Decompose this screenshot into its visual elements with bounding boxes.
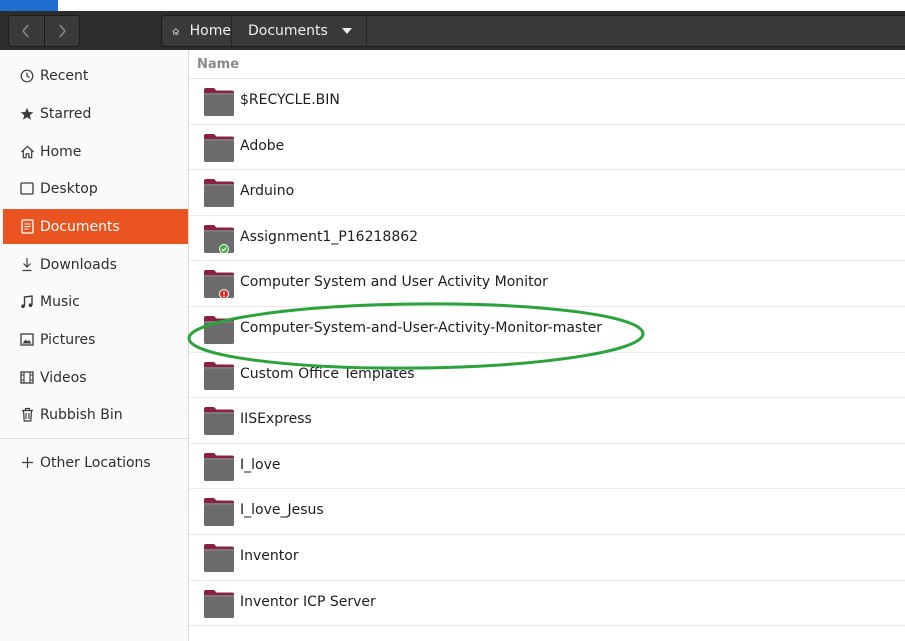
sidebar-item-recent[interactable]: Recent — [3, 58, 188, 93]
folder-icon — [204, 407, 234, 436]
check-emblem-icon — [219, 243, 229, 254]
folder-icon — [204, 498, 234, 527]
chevron-left-icon — [22, 24, 29, 38]
forward-button[interactable] — [43, 16, 80, 46]
breadcrumb-documents[interactable]: Documents — [232, 16, 367, 46]
folder-icon — [204, 88, 234, 116]
breadcrumb-home[interactable]: Home — [162, 16, 232, 46]
column-header-label: Name — [197, 57, 240, 72]
sidebar-item-rubbish-bin[interactable]: Rubbish Bin — [3, 397, 188, 432]
sidebar-item-starred[interactable]: Starred — [3, 96, 188, 131]
sidebar-item-desktop[interactable]: Desktop — [3, 171, 188, 206]
sidebar-item-label: Starred — [40, 105, 92, 122]
folder-icon — [204, 361, 234, 390]
sidebar-item-home[interactable]: Home — [3, 134, 188, 169]
file-row[interactable]: Computer System and User Activity Monito… — [189, 261, 905, 307]
chevron-right-icon — [59, 24, 66, 38]
sidebar-divider — [0, 438, 188, 439]
sidebar-item-label: Recent — [40, 67, 89, 84]
file-row[interactable]: I_love_Jesus — [189, 489, 905, 535]
sidebar-item-pictures[interactable]: Pictures — [3, 322, 188, 357]
document-icon — [17, 218, 37, 236]
header-bar: Home Documents — [0, 11, 905, 50]
file-row[interactable]: Arduino — [189, 170, 905, 216]
folder-icon — [204, 270, 234, 300]
file-name: Adobe — [240, 137, 285, 154]
picture-icon — [17, 331, 37, 349]
file-name: Computer System and User Activity Monito… — [240, 274, 548, 291]
sidebar-item-label: Music — [40, 293, 80, 310]
folder-icon — [204, 452, 234, 481]
file-name: I_love — [240, 456, 281, 473]
folder-icon — [204, 179, 234, 208]
folder-icon — [204, 316, 234, 344]
folder-icon — [204, 133, 234, 162]
caret-down-icon[interactable] — [341, 28, 352, 34]
sidebar-item-label: Rubbish Bin — [40, 406, 123, 423]
sidebar-item-videos[interactable]: Videos — [3, 360, 188, 395]
file-name: Inventor — [240, 548, 299, 564]
sidebar-item-label: Home — [40, 143, 82, 160]
file-name: Custom Office Templates — [240, 365, 415, 382]
video-icon — [17, 369, 37, 387]
sidebar-item-music[interactable]: Music — [3, 284, 188, 319]
file-row[interactable]: Inventor — [189, 535, 905, 581]
sidebar-item-label: Downloads — [40, 256, 117, 273]
file-row[interactable]: Computer-System-and-User-Activity-Monito… — [189, 307, 905, 353]
trash-icon — [17, 406, 37, 424]
sidebar-item-label: Pictures — [40, 331, 96, 348]
sidebar: Recent Starred Home Desktop Documents Do… — [0, 50, 189, 641]
error-emblem-icon — [219, 289, 229, 300]
file-row[interactable]: Adobe — [189, 125, 905, 171]
folder-icon — [204, 224, 234, 254]
file-row[interactable]: Custom Office Templates — [189, 353, 905, 399]
file-name: Assignment1_P16218862 — [240, 228, 419, 245]
star-icon — [17, 105, 37, 123]
column-header-name[interactable]: Name — [189, 50, 905, 79]
file-row[interactable]: Assignment1_P16218862 — [189, 216, 905, 262]
sidebar-item-label: Desktop — [40, 180, 98, 197]
sidebar-item-label: Other Locations — [40, 454, 151, 471]
download-icon — [17, 256, 37, 274]
file-row[interactable]: Inventor ICP Server — [189, 581, 905, 627]
sidebar-item-downloads[interactable]: Downloads — [3, 247, 188, 282]
sidebar-item-label: Documents — [40, 218, 120, 235]
navigation-buttons — [8, 15, 80, 47]
file-name: $RECYCLE.BIN — [240, 92, 340, 108]
clock-icon — [17, 67, 37, 85]
music-icon — [17, 293, 37, 311]
file-name: I_love_Jesus — [240, 502, 324, 519]
file-name: Computer-System-and-User-Activity-Monito… — [240, 320, 603, 336]
file-row[interactable]: $RECYCLE.BIN — [189, 79, 905, 125]
sidebar-item-label: Videos — [40, 369, 87, 386]
window-corner-accent — [0, 0, 58, 11]
file-row[interactable]: IISExpress — [189, 398, 905, 444]
home-icon — [17, 143, 37, 161]
desktop-icon — [17, 180, 37, 198]
file-row[interactable]: I_love — [189, 444, 905, 490]
breadcrumb-home-label: Home — [189, 23, 231, 39]
back-button[interactable] — [9, 16, 44, 46]
folder-icon — [204, 544, 234, 572]
breadcrumb-documents-label: Documents — [248, 23, 328, 39]
plus-icon — [17, 454, 37, 472]
sidebar-item-documents[interactable]: Documents — [3, 209, 188, 244]
path-bar: Home Documents — [161, 15, 905, 47]
file-list-view: Name $RECYCLE.BIN Adobe Arduino Assignment1… — [189, 50, 905, 641]
sidebar-item-other-locations[interactable]: Other Locations — [3, 445, 188, 480]
home-icon — [172, 27, 180, 35]
file-name: Arduino — [240, 183, 295, 200]
file-name: IISExpress — [240, 411, 312, 428]
file-name: Inventor ICP Server — [240, 593, 376, 610]
folder-icon — [204, 589, 234, 618]
